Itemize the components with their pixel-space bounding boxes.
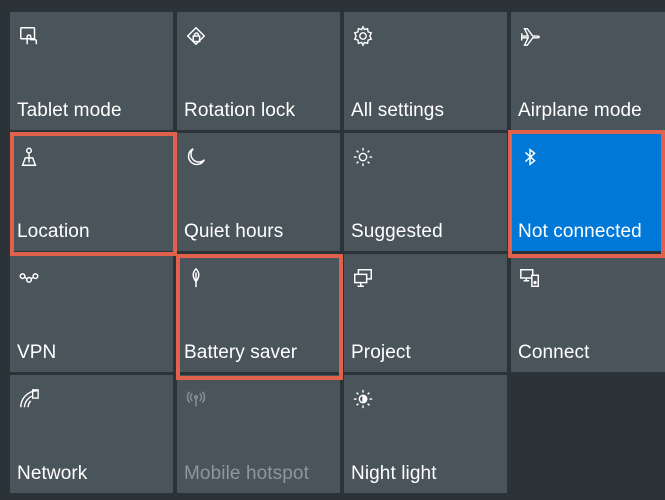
tile-airplane-mode[interactable]: Airplane mode [511,12,665,130]
tile-label: Airplane mode [518,100,642,121]
bluetooth-icon [518,145,542,169]
tile-battery-saver[interactable]: Battery saver [177,254,340,372]
night-light-icon [351,387,375,411]
tile-location[interactable]: Location [10,133,173,251]
tile-rotation-lock[interactable]: Rotation lock [177,12,340,130]
airplane-icon [518,24,542,48]
tile-bluetooth[interactable]: Not connected [511,133,665,251]
brightness-icon [351,145,375,169]
tile-project[interactable]: Project [344,254,507,372]
tile-label: All settings [351,100,445,121]
tile-label: Quiet hours [184,221,284,242]
empty-slot [511,375,665,493]
vpn-icon [17,266,41,290]
tile-label: Battery saver [184,342,298,363]
tile-night-light[interactable]: Night light [344,375,507,493]
tile-label: Mobile hotspot [184,463,309,484]
network-icon [17,387,41,411]
tile-quiet-hours[interactable]: Quiet hours [177,133,340,251]
tile-label: Suggested [351,221,443,242]
tile-connect[interactable]: Connect [511,254,665,372]
connect-icon [518,266,542,290]
tile-label: Night light [351,463,437,484]
tile-mobile-hotspot[interactable]: Mobile hotspot [177,375,340,493]
tile-label: Network [17,463,88,484]
tablet-mode-icon [17,24,41,48]
tile-label: Tablet mode [17,100,122,121]
gear-icon [351,24,375,48]
action-center-panel: Tablet mode Rotation lock All settings A… [0,0,665,500]
tile-label: Project [351,342,411,363]
tile-label: Connect [518,342,590,363]
battery-saver-leaf-icon [184,266,208,290]
moon-icon [184,145,208,169]
quick-actions-grid: Tablet mode Rotation lock All settings A… [10,12,665,493]
tile-label: Not connected [518,221,642,242]
project-icon [351,266,375,290]
tile-vpn[interactable]: VPN [10,254,173,372]
tile-label: VPN [17,342,57,363]
tile-all-settings[interactable]: All settings [344,12,507,130]
tile-label: Rotation lock [184,100,296,121]
tile-label: Location [17,221,90,242]
tile-suggested[interactable]: Suggested [344,133,507,251]
mobile-hotspot-icon [184,387,208,411]
rotation-lock-icon [184,24,208,48]
tile-tablet-mode[interactable]: Tablet mode [10,12,173,130]
tile-network[interactable]: Network [10,375,173,493]
location-icon [17,145,41,169]
